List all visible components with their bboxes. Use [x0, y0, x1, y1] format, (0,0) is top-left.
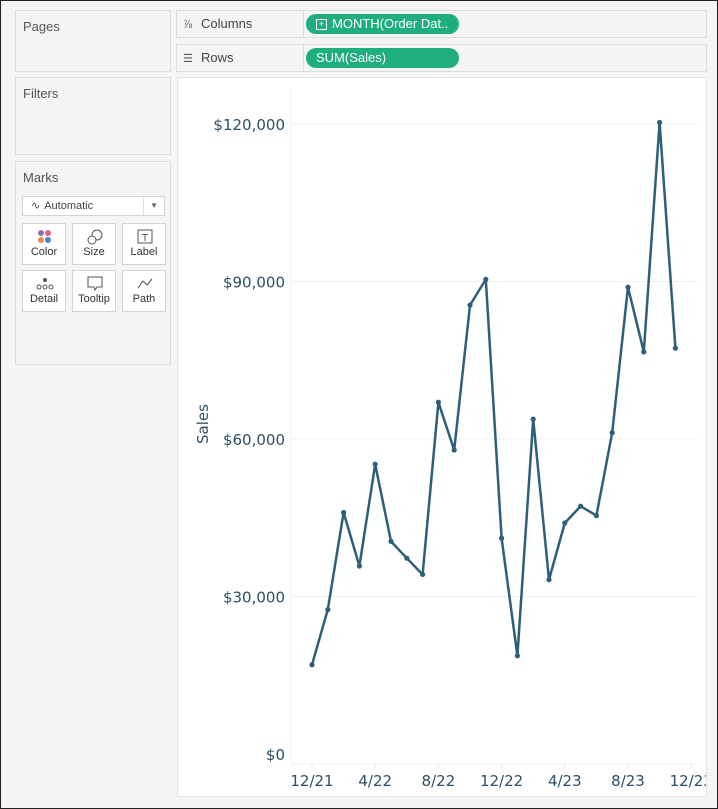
data-point[interactable]: [609, 430, 615, 436]
data-point[interactable]: [467, 302, 473, 308]
filters-shelf[interactable]: Filters: [15, 77, 171, 155]
data-point[interactable]: [593, 513, 599, 519]
mark-type-dropdown[interactable]: ∿ Automatic ▼: [22, 196, 165, 216]
data-point[interactable]: [641, 349, 647, 355]
x-tick-label: 8/23: [611, 772, 645, 790]
marks-card: Marks ∿ Automatic ▼ Color Size T Label D…: [15, 161, 171, 365]
tooltip-icon: [87, 276, 103, 292]
x-tick-label: 12/23: [670, 772, 706, 790]
columns-pill[interactable]: + MONTH(Order Dat..: [306, 14, 459, 34]
pages-shelf[interactable]: Pages: [15, 10, 171, 72]
path-label: Path: [132, 293, 156, 305]
data-point[interactable]: [420, 571, 426, 578]
y-tick-label: $60,000: [223, 431, 285, 449]
detail-icon: [36, 278, 54, 290]
columns-icon: ⅞: [183, 19, 193, 31]
columns-shelf[interactable]: ⅞ Columns + MONTH(Order Dat..: [176, 10, 707, 38]
dropdown-separator: [143, 197, 144, 215]
data-point[interactable]: [435, 399, 441, 405]
x-tick-label: 4/23: [548, 772, 582, 790]
data-point[interactable]: [514, 653, 520, 659]
tableau-workspace: Pages ⅞ Columns + MONTH(Order Dat.. ☰ Rows …: [0, 0, 718, 809]
data-point[interactable]: [530, 416, 536, 422]
sales-line-chart[interactable]: $0 $30,000 $60,000 $90,000 $120,000 12/21 4/22…: [178, 78, 706, 796]
y-axis-title: Sales: [194, 404, 212, 444]
svg-text:T: T: [141, 233, 149, 244]
label-label: Label: [130, 246, 158, 258]
rows-label: ☰ Rows: [177, 45, 304, 71]
marks-path-button[interactable]: Path: [122, 270, 166, 312]
pages-title: Pages: [23, 19, 60, 34]
data-point[interactable]: [356, 563, 362, 569]
data-point[interactable]: [562, 520, 568, 526]
data-point[interactable]: [388, 538, 394, 544]
size-icon: [87, 229, 103, 245]
data-point[interactable]: [499, 535, 505, 541]
data-point[interactable]: [325, 607, 331, 613]
data-point[interactable]: [372, 461, 378, 467]
y-tick-label: $120,000: [213, 116, 285, 134]
marks-detail-button[interactable]: Detail: [22, 270, 66, 312]
data-point[interactable]: [404, 555, 410, 561]
x-tick-label: 12/22: [480, 772, 523, 790]
detail-label: Detail: [29, 293, 59, 305]
data-point[interactable]: [546, 577, 552, 583]
x-tick-label: 4/22: [358, 772, 392, 790]
rows-pill[interactable]: SUM(Sales): [306, 48, 459, 68]
expand-icon[interactable]: +: [316, 19, 327, 30]
chevron-down-icon[interactable]: ▼: [150, 197, 158, 215]
label-icon: T: [137, 229, 153, 244]
data-point[interactable]: [578, 503, 584, 509]
data-point[interactable]: [657, 119, 663, 126]
sales-line[interactable]: [310, 121, 677, 666]
data-point[interactable]: [309, 662, 315, 668]
line-mark-icon: ∿: [31, 200, 41, 212]
filters-title: Filters: [23, 86, 59, 101]
data-point[interactable]: [341, 509, 347, 516]
rows-shelf[interactable]: ☰ Rows SUM(Sales): [176, 44, 707, 72]
data-point[interactable]: [672, 345, 678, 351]
marks-label-button[interactable]: T Label: [122, 223, 166, 265]
x-tick-label: 12/21: [290, 772, 333, 790]
size-label: Size: [83, 246, 105, 258]
rows-icon: ☰: [183, 53, 193, 65]
data-point[interactable]: [625, 284, 631, 290]
path-icon: [137, 278, 153, 289]
data-point[interactable]: [483, 276, 489, 282]
viz-area: $0 $30,000 $60,000 $90,000 $120,000 12/21 4/22…: [177, 77, 707, 797]
columns-pill-text: MONTH(Order Dat..: [332, 16, 449, 31]
y-tick-label: $90,000: [223, 274, 285, 292]
color-icon: [38, 230, 51, 243]
marks-size-button[interactable]: Size: [72, 223, 116, 265]
x-tick-label: 8/22: [422, 772, 456, 790]
rows-label-text: Rows: [201, 50, 234, 65]
marks-color-button[interactable]: Color: [22, 223, 66, 265]
rows-pill-text: SUM(Sales): [316, 50, 387, 65]
columns-label-text: Columns: [201, 16, 253, 31]
marks-title: Marks: [23, 170, 59, 185]
data-point[interactable]: [451, 447, 457, 453]
y-tick-label: $30,000: [223, 589, 285, 607]
columns-label: ⅞ Columns: [177, 11, 304, 37]
tooltip-label: Tooltip: [78, 293, 110, 305]
mark-type-value: Automatic: [44, 200, 94, 212]
marks-tooltip-button[interactable]: Tooltip: [72, 270, 116, 312]
color-label: Color: [30, 246, 58, 258]
y-tick-label: $0: [266, 746, 285, 764]
